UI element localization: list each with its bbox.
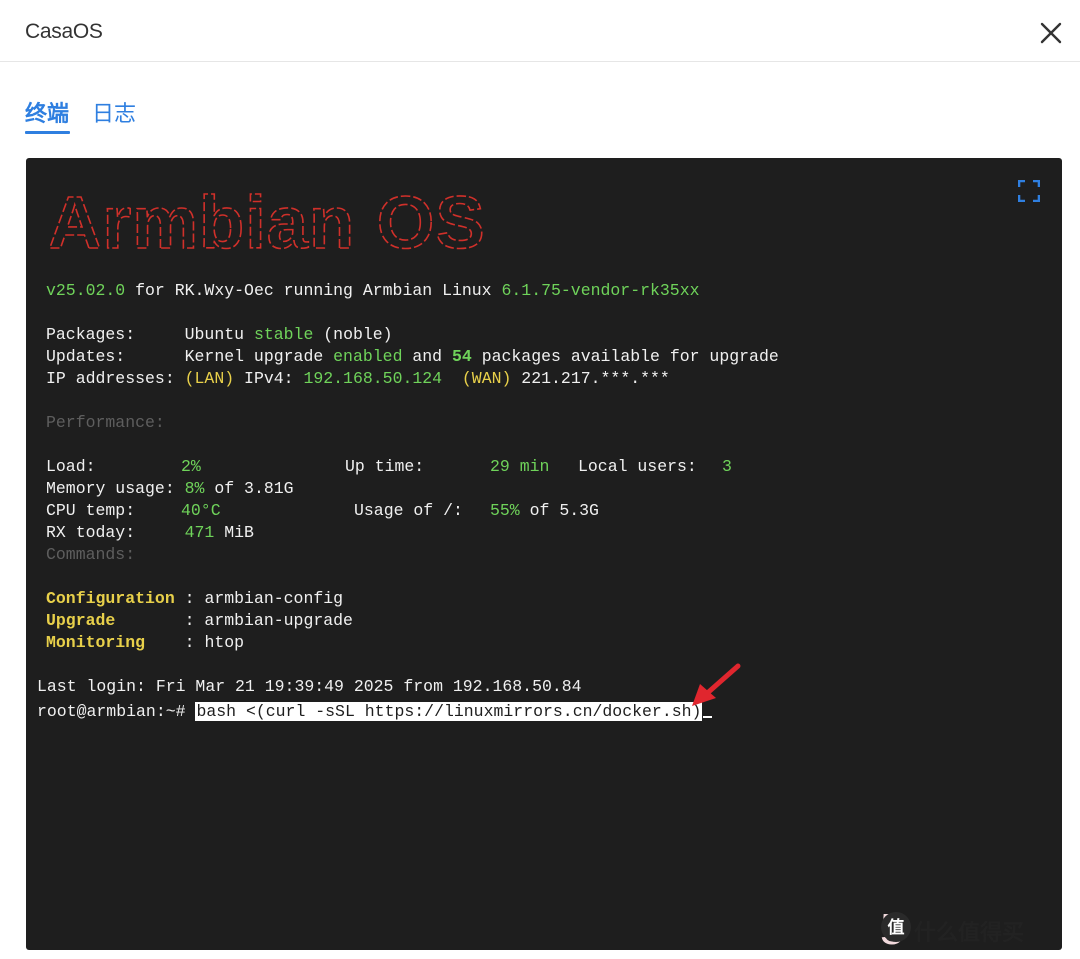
- motd-ip-line: IP addresses: (LAN) IPv4: 192.168.50.124…: [46, 369, 670, 388]
- motd-performance-heading: Performance:: [46, 413, 165, 432]
- fullscreen-icon[interactable]: [1018, 180, 1040, 202]
- window-header: CasaOS: [0, 0, 1080, 62]
- watermark-text: 什么值得买: [914, 921, 1025, 946]
- motd-load-label: Load:: [46, 457, 185, 476]
- motd-uptime-label: Up time:: [345, 457, 494, 476]
- motd-packages-line: Packages: Ubuntu stable (noble): [46, 325, 393, 344]
- motd-users-value: 3: [722, 457, 732, 476]
- banner-text: Armbian OS: [48, 181, 486, 258]
- watermark: 5 值 什么值得买: [876, 905, 1076, 955]
- motd-users-label: Local users:: [578, 457, 727, 476]
- red-arrow-annotation: [692, 663, 741, 706]
- motd-uptime-value: 29 min: [490, 457, 550, 476]
- motd-rx-line: RX today: 471 MiB: [46, 523, 254, 542]
- terminal-panel[interactable]: Armbian OS v25.02.0 for RK.Wxy-Oec runni…: [26, 158, 1062, 950]
- armbian-os-banner: Armbian OS: [47, 180, 486, 258]
- motd-load-value: 2%: [181, 457, 201, 476]
- motd-usage-label: Usage of /:: [354, 501, 493, 520]
- motd-memory-line: Memory usage: 8% of 3.81G: [46, 479, 294, 498]
- motd-version-line: v25.02.0 for RK.Wxy-Oec running Armbian …: [46, 281, 700, 300]
- tab-logs-label: 日志: [92, 102, 137, 127]
- motd-usage-value: 55% of 5.3G: [490, 501, 599, 520]
- svg-text:值: 值: [888, 917, 905, 938]
- motd-updates-line: Updates: Kernel upgrade enabled and 54 p…: [46, 347, 779, 366]
- shell-prompt: root@armbian:~#: [37, 702, 196, 721]
- prompt-line[interactable]: root@armbian:~# bash <(curl -sSL https:/…: [37, 698, 713, 723]
- typed-command[interactable]: bash <(curl -sSL https://linuxmirrors.cn…: [195, 702, 703, 721]
- motd-cpu-value: 40°C: [181, 501, 221, 520]
- motd-command-monitoring: Monitoring : htop: [46, 633, 245, 652]
- app-title: CasaOS: [25, 20, 103, 43]
- tab-terminal[interactable]: 终端: [25, 96, 70, 134]
- active-tab-indicator: [25, 131, 70, 134]
- close-icon[interactable]: [1036, 18, 1066, 48]
- tab-logs[interactable]: 日志: [92, 96, 136, 128]
- motd-commands-heading: Commands:: [46, 545, 136, 564]
- motd-cpu-label: CPU temp:: [46, 501, 185, 520]
- watermark-logo-icon: 值: [881, 912, 911, 942]
- motd-command-configuration: Configuration : armbian-config: [46, 589, 344, 608]
- motd-command-upgrade: Upgrade : armbian-upgrade: [46, 611, 353, 630]
- tab-terminal-label: 终端: [25, 102, 70, 127]
- last-login-line: Last login: Fri Mar 21 19:39:49 2025 fro…: [37, 677, 582, 696]
